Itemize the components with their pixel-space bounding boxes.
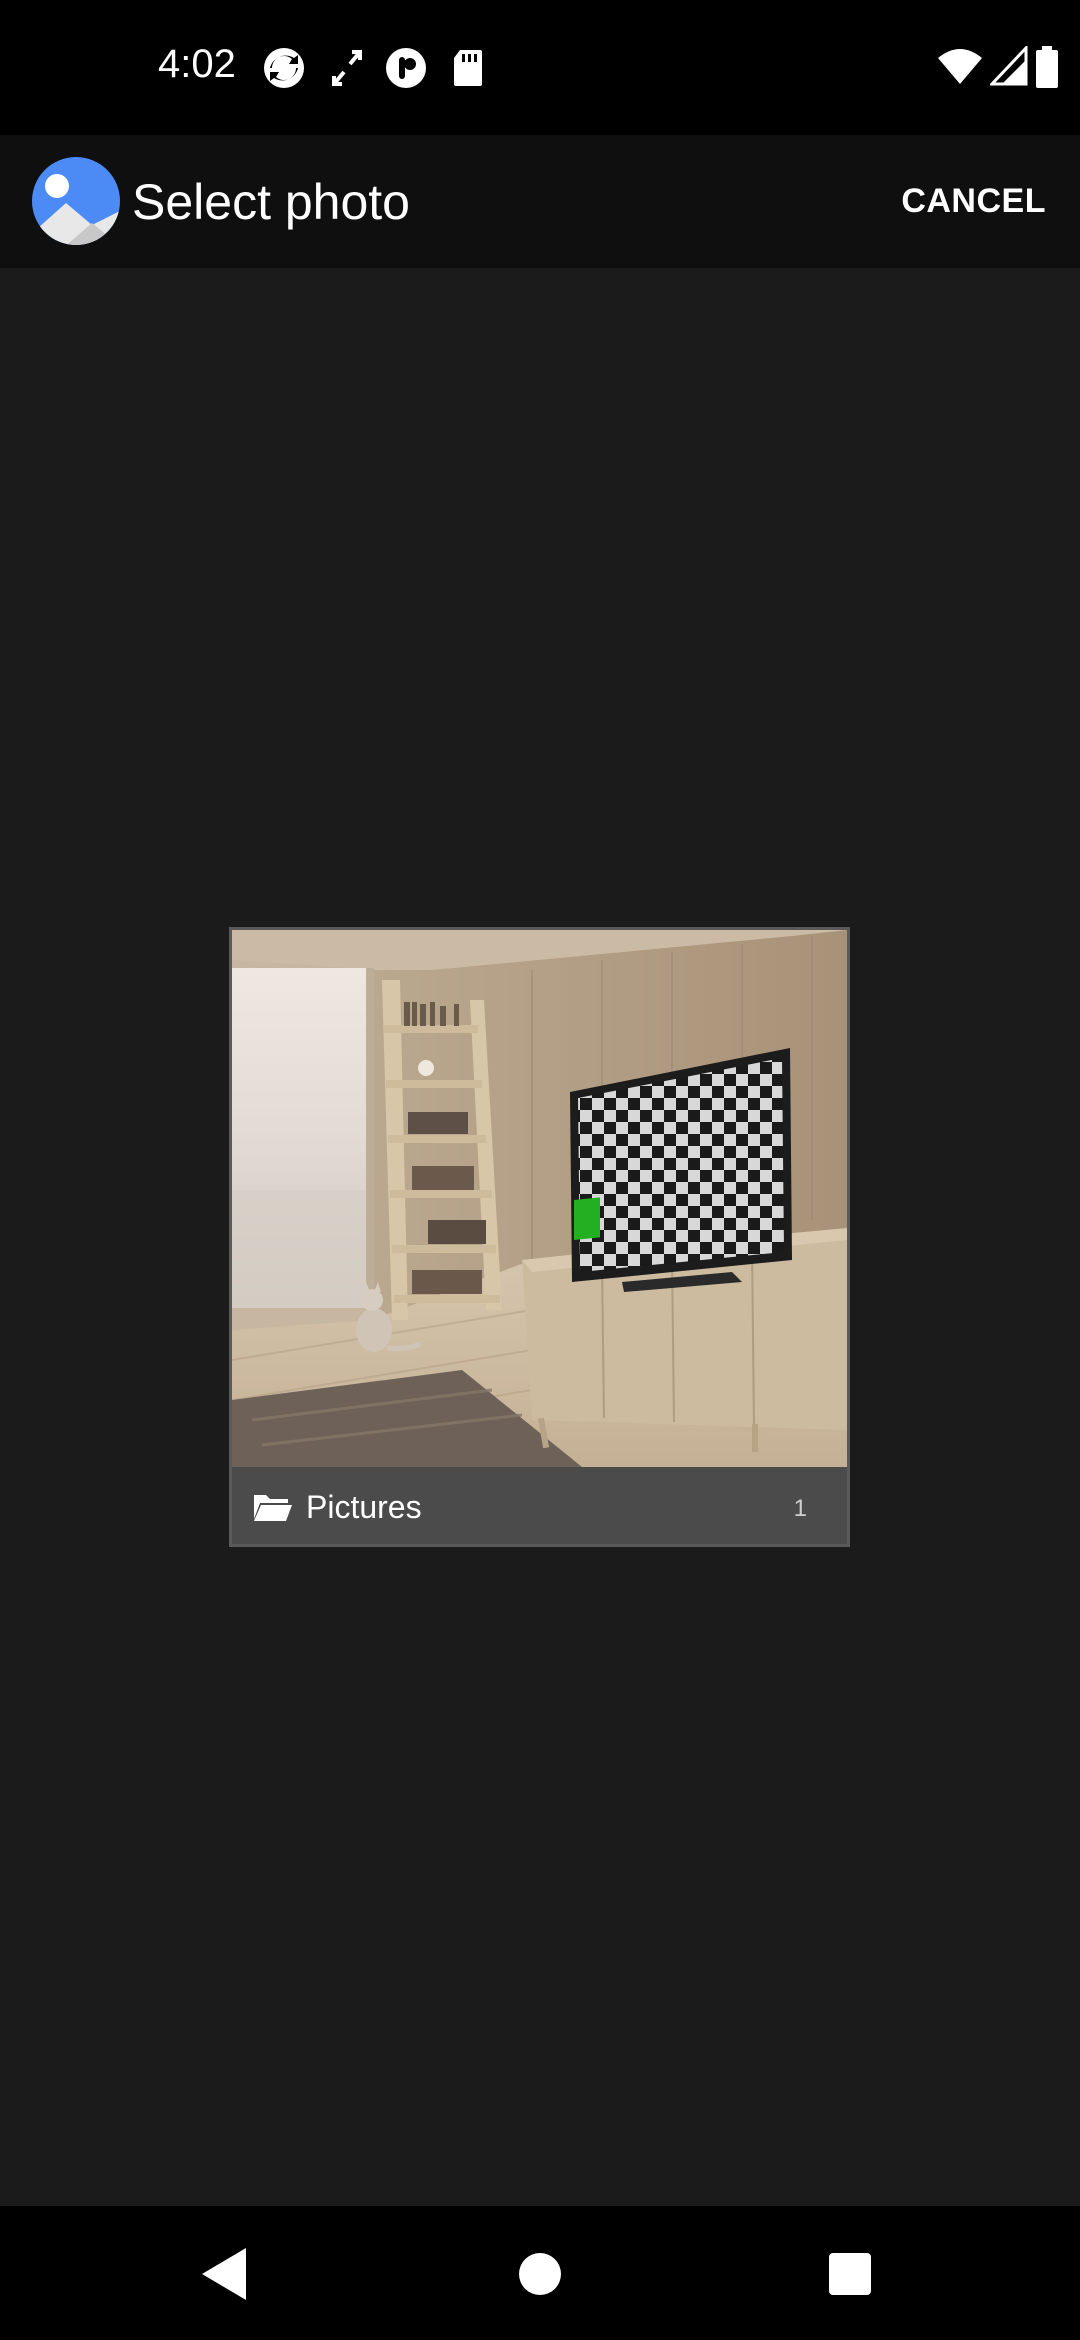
album-footer: Pictures 1 (232, 1467, 847, 1544)
album-thumbnail (232, 930, 847, 1467)
page-title: Select photo (132, 174, 410, 230)
sd-card-icon (454, 50, 482, 86)
cell-signal-icon (990, 46, 1028, 86)
folder-icon (254, 1495, 292, 1521)
home-icon[interactable] (500, 2234, 580, 2314)
album-name: Pictures (306, 1489, 422, 1525)
album-count: 1 (793, 1495, 807, 1522)
cancel-button[interactable]: CANCEL (889, 163, 1058, 239)
recents-icon[interactable] (810, 2234, 890, 2314)
app-bar: Select photo CANCEL (0, 135, 1080, 268)
screen: 4:02 Select photo CANCEL Pictures 1 (0, 0, 1080, 2340)
back-icon[interactable] (186, 2234, 266, 2314)
battery-icon (1036, 46, 1058, 88)
pocket-icon (386, 48, 426, 88)
status-time: 4:02 (158, 42, 236, 86)
album-tile-pictures[interactable]: Pictures 1 (229, 927, 850, 1547)
status-bar: 4:02 (0, 0, 1080, 135)
photos-app-icon (32, 157, 120, 245)
rotate-icon (332, 50, 362, 86)
wifi-icon (938, 49, 982, 84)
nav-bar (0, 2206, 1080, 2340)
sync-icon (264, 48, 304, 88)
